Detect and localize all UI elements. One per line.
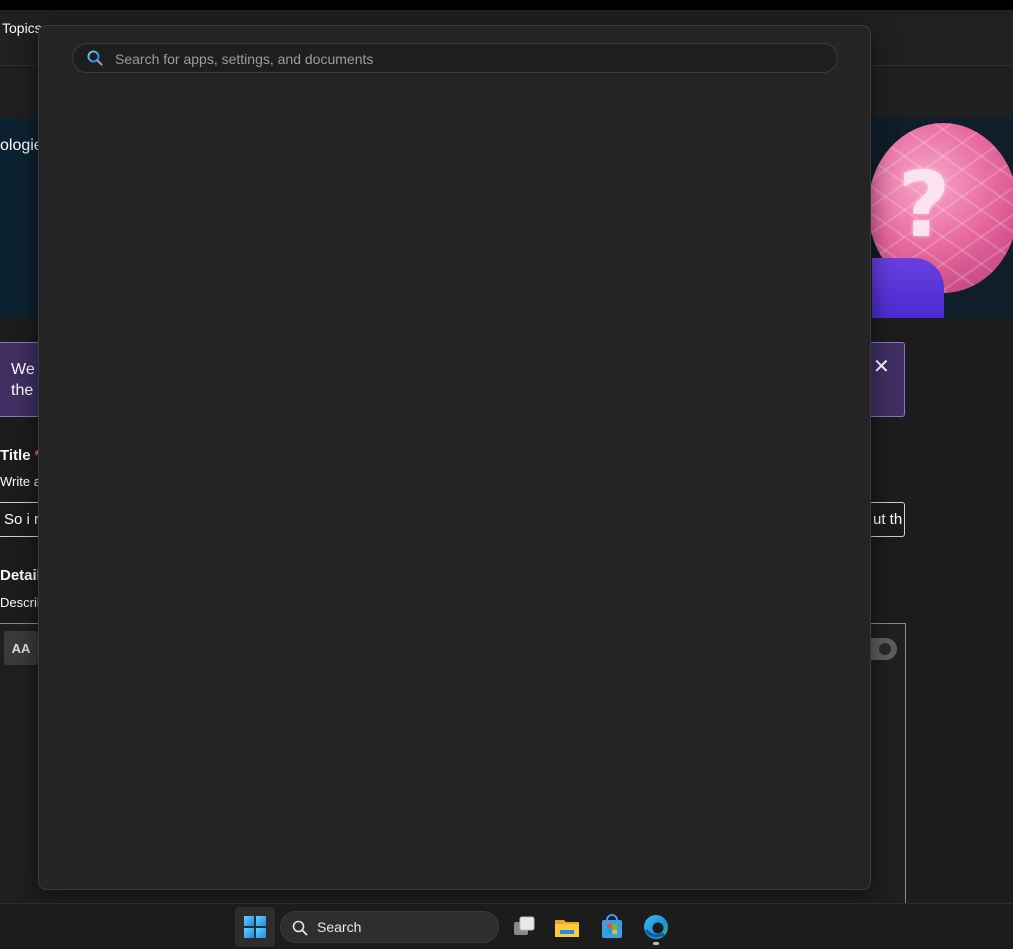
microsoft-store-icon[interactable] <box>598 913 626 941</box>
search-icon <box>87 50 103 66</box>
taskbar-search-label: Search <box>317 919 362 935</box>
windows-start-icon <box>244 916 266 938</box>
edge-running-indicator <box>653 942 659 945</box>
question-mark-glyph: ? <box>898 153 951 258</box>
taskbar-search-button[interactable]: Search <box>280 911 499 943</box>
title-input-value-start: So i r <box>4 511 40 528</box>
hero-decoration <box>872 258 944 318</box>
file-explorer-icon[interactable] <box>553 913 581 941</box>
start-button[interactable] <box>235 907 275 947</box>
edge-icon[interactable] <box>642 913 670 941</box>
search-icon <box>292 920 308 936</box>
search-box[interactable] <box>72 43 838 73</box>
title-hint: Write a <box>0 474 41 489</box>
banner-close-icon[interactable]: ✕ <box>873 356 890 378</box>
taskbar <box>0 903 1013 949</box>
title-label-text: Title <box>0 447 31 464</box>
task-view-icon[interactable] <box>510 913 538 941</box>
windows-search-panel <box>38 25 871 890</box>
title-label: Title* <box>0 447 40 464</box>
search-input[interactable] <box>113 45 817 73</box>
text-format-button[interactable]: AA <box>4 631 38 665</box>
title-input-value-end: ut th <box>873 511 903 528</box>
window-top-strip <box>0 0 1013 10</box>
nav-topics-link[interactable]: Topics <box>2 20 42 36</box>
info-banner-text: We the <box>11 361 35 399</box>
